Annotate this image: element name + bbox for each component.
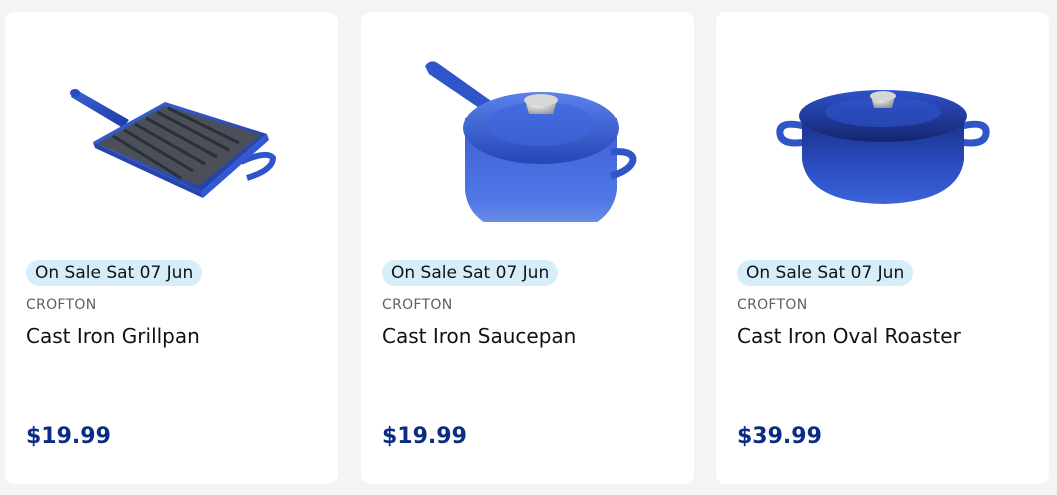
product-grid: On Sale Sat 07 Jun CROFTON Cast Iron Gri…	[0, 0, 1057, 495]
saucepan-image[interactable]	[361, 42, 694, 222]
product-title[interactable]: Cast Iron Grillpan	[26, 324, 200, 348]
brand-label: CROFTON	[737, 297, 808, 313]
product-card[interactable]: On Sale Sat 07 Jun CROFTON Cast Iron Gri…	[5, 12, 338, 484]
sale-date-badge: On Sale Sat 07 Jun	[26, 260, 203, 286]
product-price: $39.99	[737, 424, 822, 449]
brand-label: CROFTON	[26, 297, 97, 313]
oval-roaster-image[interactable]	[716, 42, 1049, 222]
product-card[interactable]: On Sale Sat 07 Jun CROFTON Cast Iron Sau…	[361, 12, 694, 484]
grill-pan-image[interactable]	[5, 42, 338, 222]
product-card[interactable]: On Sale Sat 07 Jun CROFTON Cast Iron Ova…	[716, 12, 1049, 484]
brand-label: CROFTON	[382, 297, 453, 313]
sale-date-badge: On Sale Sat 07 Jun	[737, 260, 914, 286]
product-title[interactable]: Cast Iron Saucepan	[382, 324, 576, 348]
sale-date-badge: On Sale Sat 07 Jun	[382, 260, 559, 286]
product-price: $19.99	[26, 424, 111, 449]
product-price: $19.99	[382, 424, 467, 449]
product-title[interactable]: Cast Iron Oval Roaster	[737, 324, 961, 348]
